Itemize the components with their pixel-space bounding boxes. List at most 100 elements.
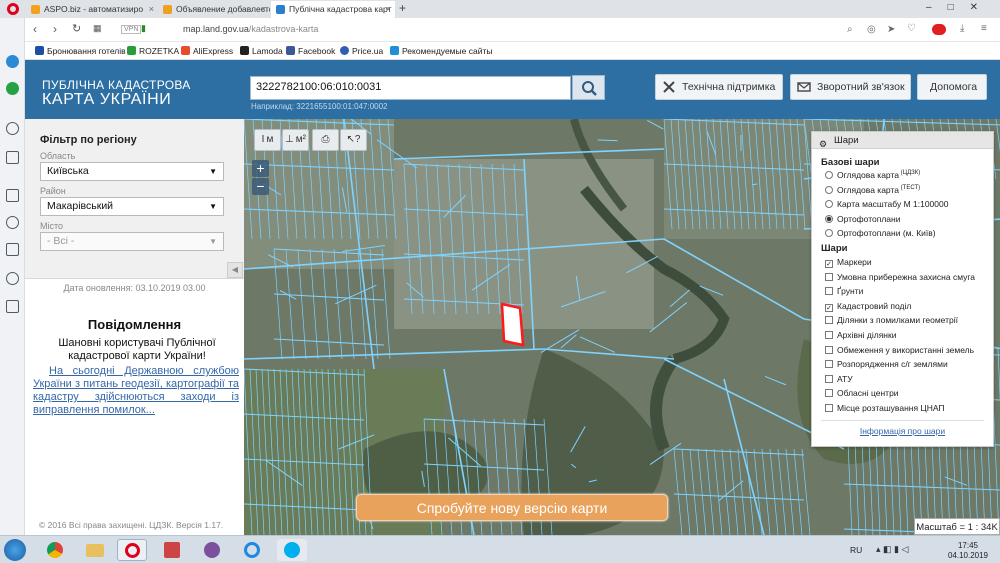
heart-icon[interactable] xyxy=(6,216,19,229)
search-page-icon[interactable]: ⌕ xyxy=(847,24,853,35)
send-icon[interactable] xyxy=(6,151,19,164)
search-icon[interactable] xyxy=(6,122,19,135)
skype-icon[interactable] xyxy=(277,539,307,561)
measure-distance-tool[interactable]: I м xyxy=(254,129,281,151)
explorer-icon[interactable] xyxy=(80,539,110,561)
chrome-icon[interactable] xyxy=(40,539,70,561)
back-icon[interactable]: ‹ xyxy=(33,22,37,36)
browser-tab[interactable]: ASPO.biz - автоматизиро × xyxy=(26,1,158,18)
close-tab-icon[interactable]: × xyxy=(386,1,391,18)
favorite-heart-icon[interactable]: ♡ xyxy=(907,23,916,34)
messenger-icon[interactable] xyxy=(6,55,19,68)
window-controls[interactable]: –□✕ xyxy=(926,2,994,13)
opera-menu-icon[interactable] xyxy=(7,3,19,15)
whatsapp-icon[interactable] xyxy=(6,82,19,95)
language-indicator[interactable]: RU xyxy=(850,545,862,555)
layer-option[interactable]: ✓ Кадастровий поділ xyxy=(825,301,911,312)
base-layer-option[interactable]: Оглядова карта (ТЕСТ) xyxy=(825,185,920,195)
adblock-icon[interactable] xyxy=(932,24,946,35)
measure-area-tool[interactable]: ⊥ м² xyxy=(282,129,309,151)
region-select[interactable]: Київська ▼ xyxy=(40,162,224,181)
layer-option[interactable]: Ґрунти xyxy=(825,286,863,296)
forward-icon[interactable]: › xyxy=(53,22,57,36)
start-button[interactable] xyxy=(4,539,26,561)
checkbox[interactable] xyxy=(825,360,833,369)
layer-option[interactable]: Архівні ділянки xyxy=(825,330,896,340)
checkbox[interactable] xyxy=(825,331,833,339)
support-button[interactable]: Технічна підтримка xyxy=(655,74,783,100)
browser-tab[interactable]: Объявление добавлестся × xyxy=(158,1,270,18)
radio-button[interactable] xyxy=(825,185,833,194)
cadastral-search-input[interactable]: 3222782100:06:010:0031 xyxy=(250,76,571,100)
checkbox[interactable]: ✓ xyxy=(825,303,833,312)
checkbox[interactable] xyxy=(825,272,833,281)
speed-dial-icon[interactable]: ▦ xyxy=(93,23,102,34)
city-select[interactable]: - Всі - ▼ xyxy=(40,232,224,251)
radio-button[interactable] xyxy=(825,171,833,179)
layer-option[interactable]: Обмеження у використанні земель xyxy=(825,345,974,355)
url-field[interactable]: map.land.gov.ua/kadastrova-karta xyxy=(183,24,318,34)
zoom-out-button[interactable]: − xyxy=(252,178,269,195)
clock[interactable]: 17:45 04.10.2019 xyxy=(948,541,988,561)
bookmark[interactable]: Facebook xyxy=(286,42,335,60)
identify-info-icon[interactable]: ↖? xyxy=(340,129,367,151)
zoom-in-button[interactable]: + xyxy=(252,160,269,177)
ie-icon[interactable] xyxy=(237,539,267,561)
base-layer-option[interactable]: Карта масштабу М 1:100000 xyxy=(825,199,948,209)
bookmark[interactable]: Price.ua xyxy=(340,42,383,60)
extensions-icon[interactable] xyxy=(6,300,19,313)
radio-button[interactable] xyxy=(825,229,833,237)
layer-option[interactable]: Обласні центри xyxy=(825,388,899,398)
layer-option[interactable]: Умовна прибережна захисна смуга xyxy=(825,272,975,282)
print-icon[interactable]: ⎙ xyxy=(312,129,339,151)
feedback-button[interactable]: Зворотний зв'язок xyxy=(790,74,911,100)
layer-option[interactable]: ✓ Маркери xyxy=(825,257,872,268)
checkbox[interactable]: ✓ xyxy=(825,260,833,268)
history-icon[interactable] xyxy=(6,272,19,285)
tray-icons[interactable]: ▴ ◧ ▮ ◁ xyxy=(876,544,908,555)
new-tab-button[interactable]: + xyxy=(399,1,406,15)
checkbox[interactable] xyxy=(825,345,833,354)
bookmark[interactable]: Бронювання готелів xyxy=(35,42,126,60)
layer-option[interactable]: Ділянки з помилками геометрії xyxy=(825,315,958,325)
browser-tab-active[interactable]: Публічна кадастрова карт × xyxy=(271,1,395,18)
base-layer-option[interactable]: Оглядова карта (ЦДЗК) xyxy=(825,170,920,180)
bookmark[interactable]: AliExpress xyxy=(181,42,233,60)
speed-dial-icon[interactable] xyxy=(6,189,19,202)
opera-taskbar-icon[interactable] xyxy=(117,539,147,561)
layer-option[interactable]: Розпорядження с/г землями xyxy=(825,359,948,369)
paint-icon[interactable] xyxy=(157,539,187,561)
district-select[interactable]: Макарівський ▼ xyxy=(40,197,224,216)
layers-info-link[interactable]: Інформація про шари xyxy=(812,426,993,436)
layer-option[interactable]: Місце розташування ЦНАП xyxy=(825,403,945,413)
checkbox[interactable] xyxy=(825,287,833,296)
snapshot-icon[interactable]: ◎ xyxy=(867,24,876,35)
checkbox[interactable] xyxy=(825,389,833,398)
send-icon[interactable]: ➤ xyxy=(887,24,895,35)
base-layer-option[interactable]: Ортофотоплани xyxy=(825,214,900,224)
layers-header[interactable]: ⚙ Шари xyxy=(812,132,993,149)
base-layer-option[interactable]: Ортофотоплани (м. Київ) xyxy=(825,228,936,238)
bookmark[interactable]: Рекомендуемые сайты xyxy=(390,42,492,60)
collapse-panel-button[interactable]: ◀ xyxy=(227,262,243,278)
map-viewport[interactable]: I м ⊥ м² ⎙ ↖? + − ⚙ Шари Базові шари Огля… xyxy=(244,119,1000,535)
close-tab-icon[interactable]: × xyxy=(149,1,154,18)
close-tab-icon[interactable]: × xyxy=(261,1,266,18)
new-version-button[interactable]: Спробуйте нову версію карти xyxy=(356,494,668,521)
news-icon[interactable] xyxy=(6,243,19,256)
radio-button[interactable] xyxy=(825,214,833,223)
notice-link[interactable]: На сьогодні Державною службою України з … xyxy=(33,365,239,417)
download-icon[interactable]: ⤓ xyxy=(960,23,964,34)
checkbox[interactable] xyxy=(825,374,833,383)
selected-parcel[interactable] xyxy=(500,302,525,347)
vpn-badge[interactable]: VPN xyxy=(121,25,142,34)
viber-icon[interactable] xyxy=(197,539,227,561)
reload-icon[interactable]: ↻ xyxy=(72,22,81,35)
menu-icon[interactable]: ≡ xyxy=(981,23,987,34)
bookmark[interactable]: Lamoda xyxy=(240,42,283,60)
search-button[interactable] xyxy=(572,75,605,100)
layer-option[interactable]: АТУ xyxy=(825,374,853,384)
checkbox[interactable] xyxy=(825,404,833,412)
radio-button[interactable] xyxy=(825,200,833,208)
bookmark[interactable]: ROZETKA xyxy=(127,42,179,60)
